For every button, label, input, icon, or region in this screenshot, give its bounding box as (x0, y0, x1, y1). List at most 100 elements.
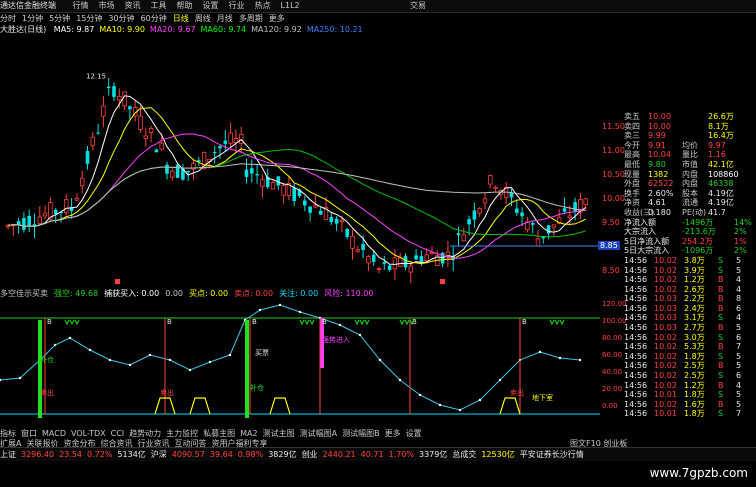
tick-row: 14:56 10.03 3.1万 S 4 (624, 313, 756, 323)
tick-time: 14:56 (624, 399, 648, 409)
candle-body (472, 210, 477, 220)
candle-body (366, 256, 371, 264)
tick-price: 10.02 (654, 399, 677, 409)
period-tab-2[interactable]: 5分钟 (49, 14, 70, 23)
indicator-tab-12[interactable]: 更多 (385, 429, 401, 438)
trend-point (538, 350, 542, 354)
quote-value-2: 41.7 (708, 207, 726, 217)
indicator-tab-9[interactable]: 测试主图 (263, 429, 295, 438)
tick-row: 14:56 10.02 5.3万 B 7 (624, 342, 756, 352)
indicator-tab-0[interactable]: 指标 (0, 429, 16, 438)
indicator-tab-4[interactable]: CCI (111, 429, 125, 438)
indicator-tab-11[interactable]: 测试幅图B (342, 429, 380, 438)
indicator-tab-10[interactable]: 测试幅图A (300, 429, 337, 438)
tick-volume: 5.3万 (684, 342, 705, 352)
status-item-12: 40.71 (360, 450, 384, 459)
quote-label-2: 均价 (682, 140, 698, 150)
period-tab-5[interactable]: 60分钟 (141, 14, 167, 23)
tick-side: S (718, 313, 724, 323)
indicator-tab-8[interactable]: MA2 (240, 429, 257, 438)
indicator-tab-7[interactable]: 私募主图 (203, 429, 235, 438)
tick-row: 14:56 10.01 1.8万 S 5 (624, 390, 756, 400)
menu-3[interactable]: 工具 (151, 1, 167, 10)
candle-body (583, 198, 588, 206)
quote-value-2: 108860 (708, 169, 739, 179)
candle-body (313, 204, 318, 208)
indicator-tab-2[interactable]: MACD (42, 429, 66, 438)
indicator-tab-5[interactable]: 趋势动力 (129, 429, 161, 438)
indicator-tab-6[interactable]: 主力监控 (166, 429, 198, 438)
tick-row: 14:56 10.02 2.5万 B 5 (624, 361, 756, 371)
menu-5[interactable]: 设置 (203, 1, 219, 10)
tick-price: 10.02 (654, 351, 677, 361)
flow-pct: 2% (734, 227, 747, 237)
tick-volume: 1.6万 (684, 399, 705, 409)
tick-side: B (718, 294, 724, 304)
flow-label: 5日净流入额 (624, 236, 670, 246)
period-tab-1[interactable]: 1分钟 (22, 14, 43, 23)
trend-point (458, 408, 462, 412)
quote-value: 0.180 (648, 207, 671, 217)
trend-point (18, 376, 22, 380)
trend-point (168, 358, 172, 362)
indicator-value-2: 捕获买入: 0.00 (104, 289, 160, 298)
quote-row: 最高 10.04 量比 1.16 (624, 150, 756, 160)
indicator-chart[interactable]: B B B B B B补仓补仓买票强势进入卖出 卖出 卖出地下室 (0, 300, 600, 418)
candle-body (244, 169, 249, 178)
menu-4[interactable]: 帮助 (177, 1, 193, 10)
trade-button[interactable]: 交易 (410, 0, 426, 11)
candle-body (218, 146, 222, 149)
flow-label: 大宗流入 (624, 227, 656, 237)
period-tab-6[interactable]: 日线 (173, 14, 189, 23)
candle-body (509, 192, 514, 198)
tick-price: 10.02 (654, 380, 677, 390)
indicator-tab-3[interactable]: VOL-TDX (71, 429, 106, 438)
indicator-tabs: 指标 窗口 MACD VOL-TDX CCI 趋势动力 主力监控 私募主图 MA2 测试主图 测试幅… (0, 428, 600, 438)
candlestick-chart[interactable]: 12.158.45 (0, 34, 600, 284)
flow-pct: 14% (734, 217, 752, 227)
candle-body (27, 215, 31, 227)
tick-time: 14:56 (624, 313, 648, 323)
quote-row: 最低 9.80 市值 42.1亿 (624, 160, 756, 170)
period-tab-8[interactable]: 月线 (217, 14, 233, 23)
menu-1[interactable]: 市场 (99, 1, 115, 10)
event-marker (440, 279, 445, 284)
candle-body (361, 243, 365, 251)
indicator-tick: 100.00 (602, 317, 627, 325)
quote-label: 现量 (624, 169, 640, 179)
menu-6[interactable]: 行业 (229, 1, 245, 10)
period-tab-0[interactable]: 分时 (0, 14, 16, 23)
menu-2[interactable]: 资讯 (125, 1, 141, 10)
menu-7[interactable]: 热点 (255, 1, 271, 10)
tick-volume: 2.6万 (684, 284, 705, 294)
f10-corner-label[interactable]: 图文F10 创业板 (570, 438, 627, 449)
candle-body (165, 164, 169, 174)
tick-side: S (718, 351, 724, 361)
candle-body (382, 262, 387, 264)
indicator-tab-1[interactable]: 窗口 (21, 429, 37, 438)
tick-side: B (718, 399, 724, 409)
menu-0[interactable]: 行情 (73, 1, 89, 10)
tick-row: 14:56 10.03 2.2万 B 8 (624, 294, 756, 304)
period-tab-10[interactable]: 更多 (269, 14, 285, 23)
tick-side: B (718, 303, 724, 313)
candle-body (80, 177, 85, 187)
period-tab-4[interactable]: 30分钟 (108, 14, 134, 23)
status-item-9: 3829亿 (268, 450, 297, 459)
candle-body (493, 186, 498, 189)
index-status-bar: 上证 3296.40 23.54 0.72% 5134亿 沪深 4090.57 39.64 0.… (0, 447, 756, 461)
indicator-tab-13[interactable]: 设置 (406, 429, 422, 438)
quote-label: 卖五 (624, 112, 640, 121)
indicator-value-6: 关注: 0.00 (279, 289, 319, 298)
quote-value: 2.60% (648, 188, 674, 198)
menu-8[interactable]: L1L2 (281, 1, 300, 10)
trend-point (478, 398, 482, 402)
price-tick: 8.50 (602, 266, 620, 275)
period-tab-3[interactable]: 15分钟 (76, 14, 102, 23)
status-item-10: 创业 (301, 450, 318, 459)
period-bar: 分时 1分钟 5分钟 15分钟 30分钟 60分钟 日线 周线 月线 多周期 更多 (0, 13, 756, 24)
tick-volume: 2.5万 (684, 371, 705, 381)
indicator-legend: 多空佳示买卖 强空: 49.68 捕获买入: 0.00 0.00 买点: 0.00 卖点:… (0, 288, 379, 298)
period-tab-7[interactable]: 周线 (195, 14, 211, 23)
period-tab-9[interactable]: 多周期 (239, 14, 263, 23)
